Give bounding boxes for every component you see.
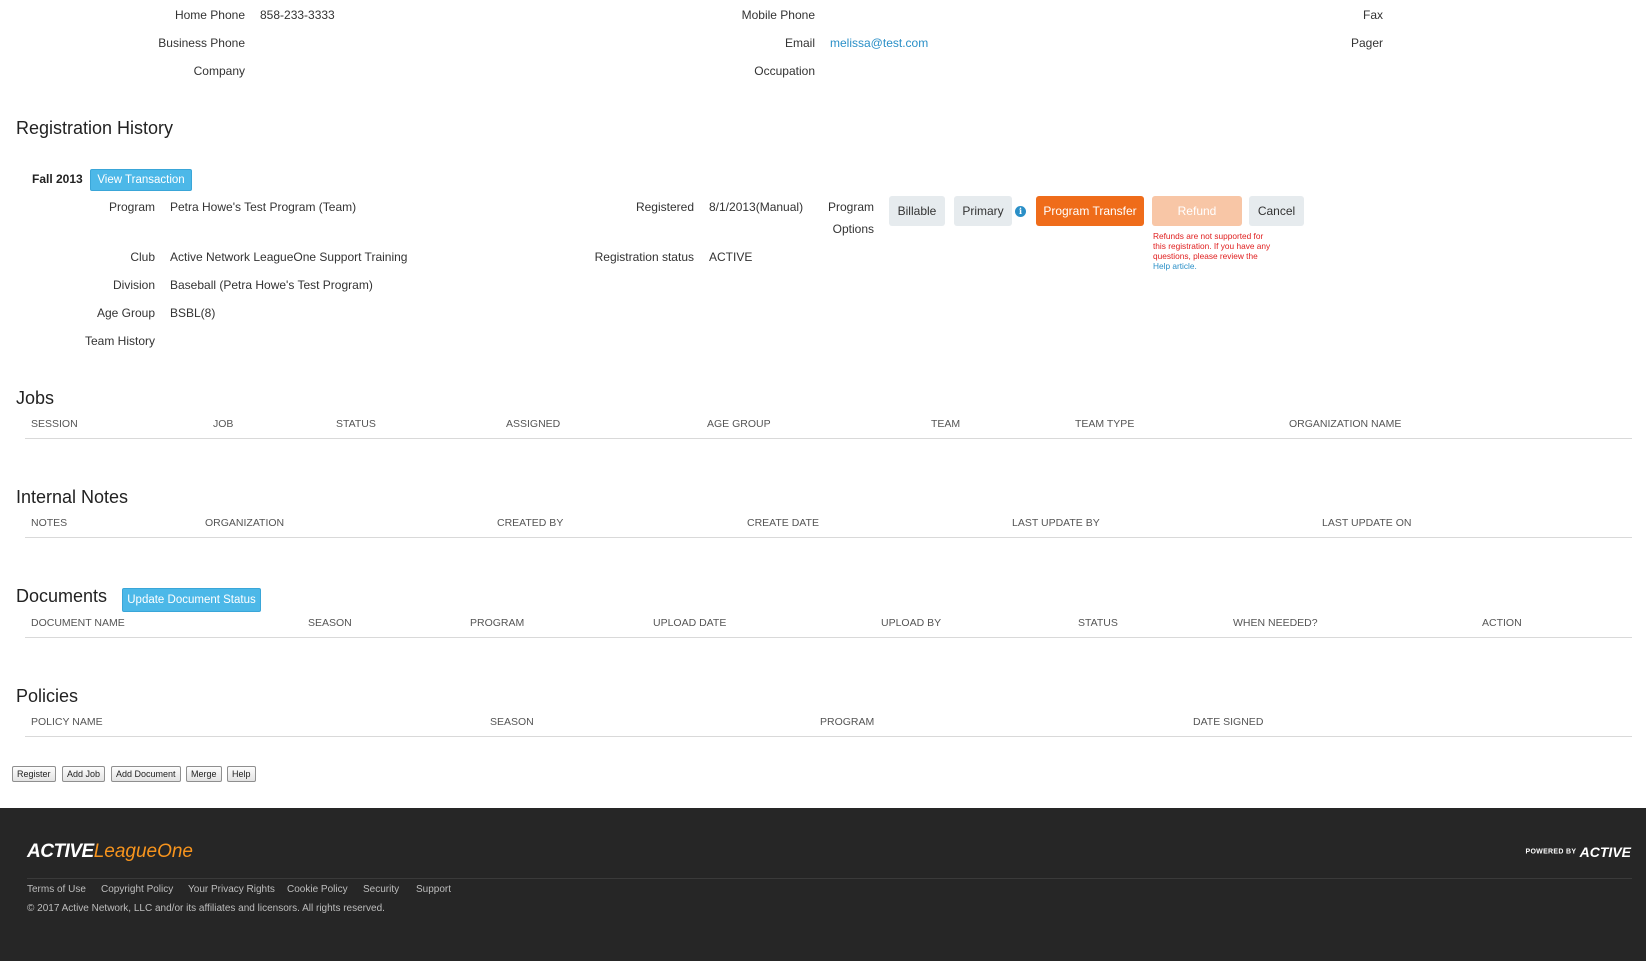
home-phone-value: 858-233-3333 xyxy=(260,8,335,22)
docs-col-upload-by: UPLOAD BY xyxy=(881,617,942,629)
program-transfer-button[interactable]: Program Transfer xyxy=(1036,196,1144,226)
age-group-label: Age Group xyxy=(96,306,155,320)
docs-col-upload-date: UPLOAD DATE xyxy=(653,617,727,629)
powered-by-text: POWERED BY xyxy=(1525,848,1577,856)
help-button[interactable]: Help xyxy=(227,766,256,782)
jobs-col-age-group: AGE GROUP xyxy=(707,418,771,430)
division-label: Division xyxy=(112,278,155,292)
registration-history-title: Registration History xyxy=(16,118,174,138)
merge-button[interactable]: Merge xyxy=(186,766,222,782)
footer-link-copyright-policy[interactable]: Copyright Policy xyxy=(101,884,173,895)
company-label: Company xyxy=(193,64,245,78)
occupation-label: Occupation xyxy=(754,64,815,78)
fax-label: Fax xyxy=(1362,8,1383,22)
business-phone-label: Business Phone xyxy=(158,36,245,50)
policies-col-program: PROGRAM xyxy=(820,716,875,728)
notes-table-divider xyxy=(25,537,1632,538)
jobs-col-job: JOB xyxy=(213,418,234,430)
program-options-label-line1: Program xyxy=(827,200,874,214)
docs-col-status: STATUS xyxy=(1078,617,1118,629)
registered-value: 8/1/2013(Manual) xyxy=(709,200,804,214)
view-transaction-button[interactable]: View Transaction xyxy=(90,169,192,191)
jobs-title: Jobs xyxy=(16,388,55,408)
docs-col-season: SEASON xyxy=(308,617,352,629)
registration-status-value: ACTIVE xyxy=(709,250,753,264)
program-options-label-line2: Options xyxy=(832,222,874,236)
logo-leagueone-text: LeagueOne xyxy=(93,841,194,862)
powered-by-active-logo: POWERED BY ACTIVE xyxy=(1525,844,1631,860)
logo-active-text: ACTIVE xyxy=(27,841,94,862)
footer-link-terms-of-use[interactable]: Terms of Use xyxy=(27,884,86,895)
primary-button[interactable]: Primary xyxy=(954,196,1012,226)
documents-title: Documents xyxy=(16,586,108,606)
program-label: Program xyxy=(108,200,155,214)
program-value: Petra Howe's Test Program (Team) xyxy=(170,200,357,214)
season-label: Fall 2013 xyxy=(32,172,83,186)
jobs-col-team: TEAM xyxy=(931,418,961,430)
footer-copyright: © 2017 Active Network, LLC and/or its af… xyxy=(27,903,385,914)
docs-col-document-name: DOCUMENT NAME xyxy=(31,617,125,629)
footer-link-privacy-rights[interactable]: Your Privacy Rights xyxy=(188,884,275,895)
jobs-col-assigned: ASSIGNED xyxy=(506,418,561,430)
notes-col-created-by: CREATED BY xyxy=(497,517,564,529)
docs-table-divider xyxy=(25,637,1632,638)
jobs-col-status: STATUS xyxy=(336,418,376,430)
registration-status-label: Registration status xyxy=(594,250,694,264)
policies-col-date-signed: DATE SIGNED xyxy=(1193,716,1264,728)
age-group-value: BSBL(8) xyxy=(170,306,216,320)
club-value: Active Network LeagueOne Support Trainin… xyxy=(170,250,408,264)
update-document-status-button[interactable]: Update Document Status xyxy=(122,588,261,612)
refund-note-text: Refunds are not supported for this regis… xyxy=(1153,231,1271,261)
footer-link-support[interactable]: Support xyxy=(416,884,451,895)
register-button[interactable]: Register xyxy=(12,766,56,782)
footer-divider xyxy=(27,878,1632,879)
billable-button[interactable]: Billable xyxy=(889,196,945,226)
home-phone-label: Home Phone xyxy=(174,8,245,22)
help-article-link[interactable]: Help article. xyxy=(1153,261,1197,271)
refund-note: Refunds are not supported for this regis… xyxy=(1153,231,1273,271)
policies-col-policy-name: POLICY NAME xyxy=(31,716,103,728)
docs-col-program: PROGRAM xyxy=(470,617,525,629)
refund-button: Refund xyxy=(1152,196,1242,226)
email-label: Email xyxy=(784,36,815,50)
policies-title: Policies xyxy=(16,686,79,706)
powered-active-text: ACTIVE xyxy=(1579,844,1631,860)
jobs-col-team-type: TEAM TYPE xyxy=(1075,418,1135,430)
registered-label: Registered xyxy=(635,200,694,214)
club-label: Club xyxy=(130,250,155,264)
notes-col-last-update-on: LAST UPDATE ON xyxy=(1322,517,1412,529)
footer-link-security[interactable]: Security xyxy=(363,884,399,895)
email-link[interactable]: melissa@test.com xyxy=(830,36,928,50)
internal-notes-title: Internal Notes xyxy=(16,487,129,507)
division-value: Baseball (Petra Howe's Test Program) xyxy=(170,278,373,292)
add-document-button[interactable]: Add Document xyxy=(111,766,181,782)
jobs-table-divider xyxy=(25,438,1632,439)
notes-col-notes: NOTES xyxy=(31,517,68,529)
add-job-button[interactable]: Add Job xyxy=(62,766,106,782)
cancel-button[interactable]: Cancel xyxy=(1249,196,1304,226)
docs-col-action: ACTION xyxy=(1482,617,1522,629)
notes-col-last-update-by: LAST UPDATE BY xyxy=(1012,517,1100,529)
docs-col-when-needed: WHEN NEEDED? xyxy=(1233,617,1318,629)
jobs-col-session: SESSION xyxy=(31,418,78,430)
activeleagueone-logo[interactable]: ACTIVELeagueOne xyxy=(27,841,193,863)
footer-link-cookie-policy[interactable]: Cookie Policy xyxy=(287,884,348,895)
policies-col-season: SEASON xyxy=(490,716,534,728)
notes-col-create-date: CREATE DATE xyxy=(747,517,819,529)
info-icon[interactable]: i xyxy=(1015,206,1026,217)
mobile-phone-label: Mobile Phone xyxy=(741,8,815,22)
policies-table-divider xyxy=(25,736,1632,737)
notes-col-organization: ORGANIZATION xyxy=(205,517,285,529)
pager-label: Pager xyxy=(1350,36,1383,50)
jobs-col-organization-name: ORGANIZATION NAME xyxy=(1289,418,1402,430)
team-history-label: Team History xyxy=(84,334,155,348)
